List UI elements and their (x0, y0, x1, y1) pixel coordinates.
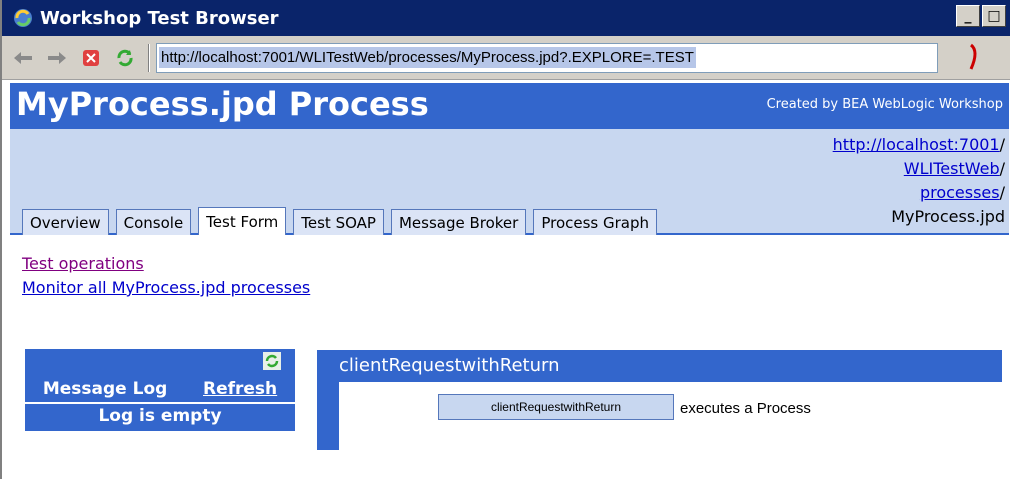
breadcrumb-separator: / (999, 183, 1005, 202)
tab-process-graph[interactable]: Process Graph (533, 209, 658, 235)
test-operations-link[interactable]: Test operations (22, 252, 310, 276)
monitor-processes-link[interactable]: Monitor all MyProcess.jpd processes (22, 276, 310, 300)
created-by-text: Created by BEA WebLogic Workshop (766, 97, 1003, 112)
browser-window: Workshop Test Browser _ □ http://localho… (0, 0, 1010, 479)
page-header: MyProcess.jpd Process Created by BEA Web… (10, 83, 1009, 129)
refresh-icon[interactable] (112, 45, 138, 71)
breadcrumb-separator: / (999, 159, 1005, 178)
back-icon[interactable] (10, 45, 36, 71)
tab-overview[interactable]: Overview (22, 209, 109, 235)
breadcrumb: http://localhost:7001/ WLITestWeb/ proce… (833, 133, 1005, 229)
window-title: Workshop Test Browser (40, 7, 279, 29)
operation-description: executes a Process (680, 400, 811, 417)
stop-icon[interactable] (78, 45, 104, 71)
tab-message-broker[interactable]: Message Broker (390, 209, 527, 235)
operation-panel: clientRequestwithReturn clientRequestwit… (317, 350, 1002, 450)
tab-test-soap[interactable]: Test SOAP (293, 209, 384, 235)
breadcrumb-folder-link[interactable]: processes (920, 183, 1000, 202)
nav-toolbar: http://localhost:7001/WLITestWeb/process… (2, 36, 1010, 80)
address-bar[interactable]: http://localhost:7001/WLITestWeb/process… (156, 42, 938, 73)
address-url[interactable]: http://localhost:7001/WLITestWeb/process… (159, 47, 696, 68)
tab-console[interactable]: Console (115, 209, 192, 235)
minimize-button[interactable]: _ (956, 5, 980, 27)
breadcrumb-separator: / (999, 135, 1005, 154)
tab-test-form[interactable]: Test Form (198, 207, 287, 235)
title-bar: Workshop Test Browser _ □ (2, 0, 1010, 36)
breadcrumb-app-link[interactable]: WLITestWeb (904, 159, 1000, 178)
tab-bar: Overview Console Test Form Test SOAP Mes… (22, 207, 658, 235)
maximize-button[interactable]: □ (982, 5, 1006, 27)
toolbar-separator (148, 43, 150, 72)
bea-logo (966, 40, 1008, 76)
refresh-link[interactable]: Refresh (203, 379, 277, 399)
log-status: Log is empty (98, 406, 222, 426)
refresh-icon[interactable] (263, 352, 281, 370)
operation-title: clientRequestwithReturn (317, 350, 1002, 382)
message-log-title: Message Log (42, 379, 168, 399)
breadcrumb-current: MyProcess.jpd (891, 207, 1005, 226)
invoke-operation-button[interactable]: clientRequestwithReturn (438, 394, 674, 420)
forward-icon[interactable] (44, 45, 70, 71)
operation-side-bar (317, 382, 339, 450)
action-links: Test operations Monitor all MyProcess.jp… (22, 252, 310, 300)
message-log-panel: Message Log Refresh Log is empty (25, 349, 295, 431)
breadcrumb-host-link[interactable]: http://localhost:7001 (833, 135, 1000, 154)
page-title: MyProcess.jpd Process (16, 85, 429, 123)
app-icon (10, 5, 36, 31)
divider (25, 402, 295, 404)
subheader: http://localhost:7001/ WLITestWeb/ proce… (10, 129, 1009, 235)
